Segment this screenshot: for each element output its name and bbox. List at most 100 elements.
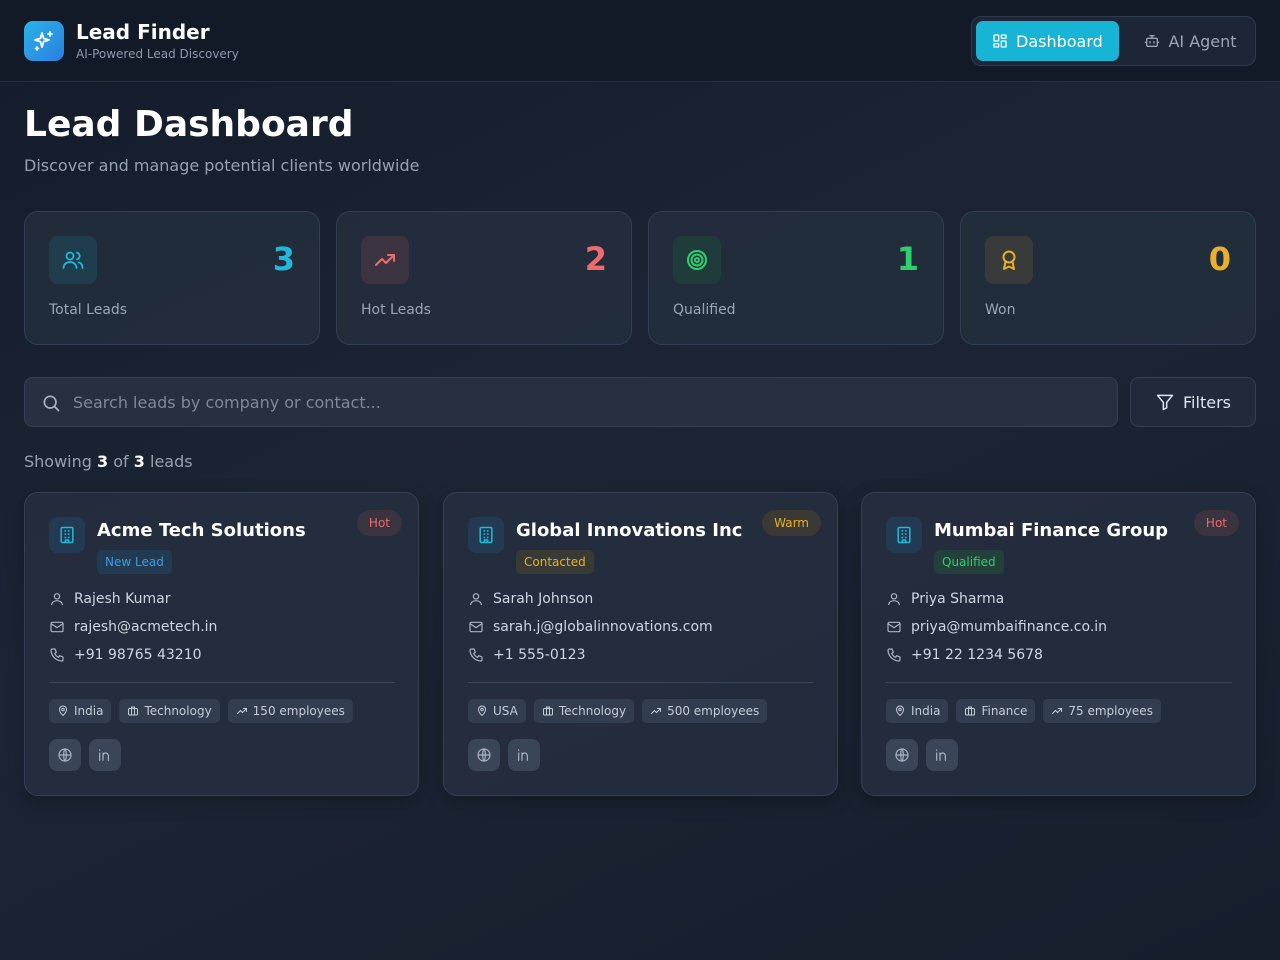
search-icon <box>43 395 60 412</box>
page-subtitle: Discover and manage potential clients wo… <box>24 156 420 175</box>
map-pin-icon <box>895 705 905 717</box>
globe-icon <box>895 748 909 762</box>
lead-email[interactable]: priya@mumbaifinance.co.in <box>886 619 1107 635</box>
lead-company-name: Mumbai Finance Group <box>934 520 1169 541</box>
lead-country-text: India <box>911 704 941 718</box>
briefcase-icon <box>965 706 976 716</box>
card-divider <box>886 682 1232 683</box>
lead-status-badge: Qualified <box>934 550 1004 574</box>
linkedin-icon <box>936 749 946 761</box>
lead-employees-tag: 150 employees <box>227 699 353 723</box>
results-count: Showing 3 of 3 leads <box>24 452 193 471</box>
stat-value: 0 <box>1208 240 1231 278</box>
lead-links <box>49 739 121 771</box>
app-subtitle: AI-Powered Lead Discovery <box>76 47 239 61</box>
lead-status-badge: New Lead <box>97 550 172 574</box>
lead-phone[interactable]: +91 22 1234 5678 <box>886 647 1043 663</box>
card-divider <box>468 682 813 683</box>
filter-icon <box>1156 394 1174 411</box>
lead-email[interactable]: rajesh@acmetech.in <box>49 619 217 635</box>
mail-icon <box>469 621 483 633</box>
briefcase-icon <box>128 706 139 716</box>
lead-contact-name: Rajesh Kumar <box>74 591 171 607</box>
lead-industry-text: Technology <box>558 704 627 718</box>
stat-card-won: 0 Won <box>960 211 1256 345</box>
globe-icon <box>477 748 491 762</box>
user-icon <box>470 593 482 606</box>
lead-industry-tag: Finance <box>956 699 1036 723</box>
linkedin-link-button[interactable] <box>89 739 121 771</box>
lead-phone-text: +1 555-0123 <box>493 647 586 663</box>
stat-label: Total Leads <box>49 302 128 318</box>
lead-phone-text: +91 22 1234 5678 <box>911 647 1043 663</box>
stat-label: Hot Leads <box>361 302 431 318</box>
search-input[interactable] <box>73 378 1103 426</box>
globe-icon <box>58 748 72 762</box>
trending-up-icon <box>236 708 247 714</box>
lead-temperature-badge: Hot <box>356 510 402 536</box>
nav-dashboard-label: Dashboard <box>1016 31 1103 51</box>
lead-country-text: India <box>74 704 104 718</box>
nav-ai-agent-button[interactable]: AI Agent <box>1128 21 1253 61</box>
stat-card-hot-leads: 2 Hot Leads <box>336 211 632 345</box>
website-link-button[interactable] <box>886 739 918 771</box>
lead-phone[interactable]: +91 98765 43210 <box>49 647 202 663</box>
lead-card[interactable]: Mumbai Finance Group Qualified Hot Priya… <box>861 492 1256 796</box>
linkedin-link-button[interactable] <box>926 739 958 771</box>
dashboard-grid-icon <box>993 34 1007 48</box>
results-total: 3 <box>133 452 145 471</box>
users-icon <box>49 236 97 284</box>
lead-country-tag: India <box>886 699 949 723</box>
lead-email-text: priya@mumbaifinance.co.in <box>911 619 1108 635</box>
nav-dashboard-button[interactable]: Dashboard <box>976 21 1119 61</box>
lead-industry-tag: Technology <box>119 699 220 723</box>
lead-contact: Priya Sharma <box>886 591 1004 607</box>
stat-label: Won <box>985 302 1016 318</box>
trending-up-icon <box>1052 708 1063 714</box>
lead-industry-text: Finance <box>981 704 1028 718</box>
search-box <box>24 377 1118 427</box>
filters-button[interactable]: Filters <box>1130 377 1256 427</box>
mail-icon <box>887 621 901 633</box>
stat-card-total-leads: 3 Total Leads <box>24 211 320 345</box>
website-link-button[interactable] <box>468 739 500 771</box>
lead-tags: India Finance 75 employees <box>886 699 1161 723</box>
lead-industry-tag: Technology <box>533 699 635 723</box>
lead-card[interactable]: Acme Tech Solutions New Lead Hot Rajesh … <box>24 492 419 796</box>
website-link-button[interactable] <box>49 739 81 771</box>
bot-icon <box>1145 35 1160 47</box>
phone-icon <box>887 648 901 662</box>
lead-phone[interactable]: +1 555-0123 <box>468 647 586 663</box>
user-icon <box>888 593 900 606</box>
building-icon <box>468 517 504 553</box>
lead-tags: USA Technology 500 employees <box>468 699 768 723</box>
stat-value: 3 <box>272 240 295 278</box>
lead-card[interactable]: Global Innovations Inc Contacted Warm Sa… <box>443 492 838 796</box>
map-pin-icon <box>58 705 68 717</box>
linkedin-icon <box>99 749 109 761</box>
main-nav: Dashboard AI Agent <box>971 16 1256 66</box>
lead-contact: Rajesh Kumar <box>49 591 170 607</box>
user-icon <box>51 593 63 606</box>
phone-icon <box>469 648 483 662</box>
linkedin-icon <box>518 749 528 761</box>
lead-email[interactable]: sarah.j@globalinnovations.com <box>468 619 713 635</box>
sparkles-logo-icon <box>24 21 64 61</box>
lead-employees-text: 500 employees <box>667 704 760 718</box>
card-divider <box>49 682 395 683</box>
lead-employees-text: 75 employees <box>1068 704 1153 718</box>
building-icon <box>49 517 85 553</box>
lead-temperature-badge: Hot <box>1193 510 1239 536</box>
linkedin-link-button[interactable] <box>508 739 540 771</box>
lead-country-text: USA <box>493 704 518 718</box>
results-suffix: leads <box>150 452 193 471</box>
briefcase-icon <box>542 706 553 716</box>
lead-industry-text: Technology <box>144 704 212 718</box>
lead-tags: India Technology 150 employees <box>49 699 353 723</box>
map-pin-icon <box>477 705 487 717</box>
lead-email-text: sarah.j@globalinnovations.com <box>493 619 713 635</box>
lead-company-name: Acme Tech Solutions <box>97 520 306 541</box>
target-icon <box>673 236 721 284</box>
lead-contact: Sarah Johnson <box>468 591 593 607</box>
top-bar: Lead Finder AI-Powered Lead Discovery Da… <box>0 0 1280 82</box>
